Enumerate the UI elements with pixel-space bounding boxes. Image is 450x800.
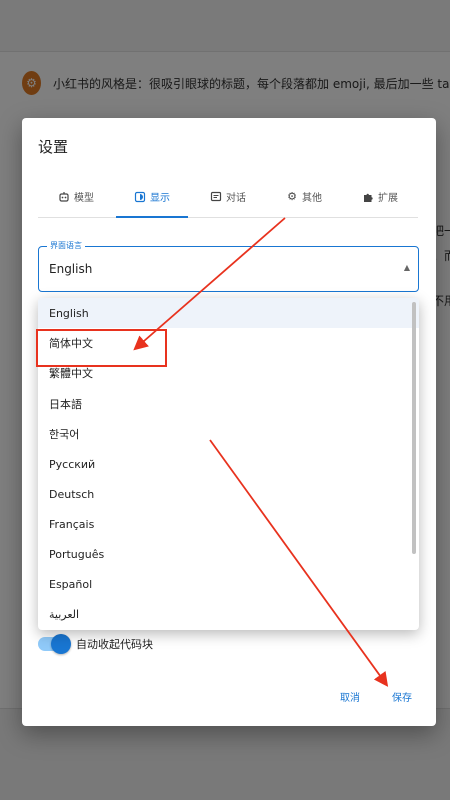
- annotation-arrow: [133, 217, 286, 351]
- annotation-arrow: [209, 439, 389, 687]
- annotation-arrows: [133, 217, 389, 687]
